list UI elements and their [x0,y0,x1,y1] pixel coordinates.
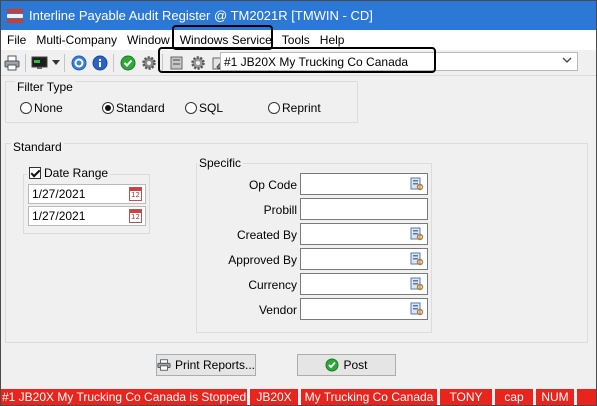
lookup-icon[interactable] [410,227,424,241]
calendar-icon[interactable]: 12 [129,209,142,223]
status-num: NUM [536,389,574,405]
title-bar[interactable]: Interline Payable Audit Register @ TM202… [1,1,596,30]
radio-standard-circle[interactable] [102,102,114,114]
radio-reprint[interactable]: Reprint [268,101,321,115]
print-reports-button[interactable]: Print Reports... [156,354,256,376]
probill-input[interactable] [300,198,428,220]
lookup-icon[interactable] [410,302,424,316]
status-message: #1 JB20X My Trucking Co Canada is Stoppe… [1,389,247,405]
status-bar: #1 JB20X My Trucking Co Canada is Stoppe… [1,389,596,405]
op-code-input[interactable] [300,173,428,195]
created-by-input[interactable] [300,223,428,245]
approved-by-input[interactable] [300,248,428,270]
status-user: TONY [440,389,492,405]
date-to-value: 1/27/2021 [32,209,86,223]
check-icon [325,358,339,372]
menu-windows-service[interactable]: Windows Service [175,30,277,50]
service-gear-icon[interactable] [188,53,208,73]
specific-legend: Specific [197,156,244,170]
company-dropdown-value: #1 JB20X My Trucking Co Canada [224,54,409,69]
toolbar-separator [25,53,26,72]
menu-window[interactable]: Window [122,30,175,50]
menu-file[interactable]: File [1,30,31,50]
status-extra [577,389,596,405]
radio-reprint-circle[interactable] [268,102,280,114]
chevron-down-icon[interactable] [562,56,572,66]
status-company-name: My Trucking Co Canada [301,389,437,405]
probill-label: Probill [263,203,297,217]
toolbar-separator [113,53,114,72]
app-logo-icon [7,8,23,24]
created-by-label: Created By [236,228,297,242]
window-title: Interline Payable Audit Register @ TM202… [29,8,373,23]
stop-service-icon[interactable] [167,53,187,73]
date-range-label: Date Range [44,166,109,180]
post-button[interactable]: Post [297,354,396,376]
radio-sql-label: SQL [199,101,224,115]
lookup-icon[interactable] [410,277,424,291]
printer-icon[interactable] [2,53,22,73]
settings-icon[interactable] [139,53,159,73]
printer-icon [157,359,171,371]
monitor-icon[interactable] [30,53,50,73]
vendor-label: Vendor [258,303,297,317]
date-from-value: 1/27/2021 [32,187,86,201]
vendor-input[interactable] [300,298,428,320]
status-company-code: JB20X [250,389,298,405]
print-reports-label: Print Reports... [174,358,255,372]
date-to-field[interactable]: 1/27/2021 12 [28,206,146,226]
menu-tools[interactable]: Tools [277,30,315,50]
currency-input[interactable] [300,273,428,295]
lookup-icon[interactable] [410,177,424,191]
radio-none-circle[interactable] [20,102,32,114]
radio-sql-circle[interactable] [185,102,197,114]
approved-by-label: Approved By [228,253,297,267]
menu-help[interactable]: Help [315,30,350,50]
lookup-icon[interactable] [410,252,424,266]
company-dropdown[interactable]: #1 JB20X My Trucking Co Canada [220,52,578,71]
calendar-icon[interactable]: 12 [129,187,142,201]
date-range-check[interactable] [29,167,41,179]
filter-type-legend: Filter Type [15,80,75,94]
info-icon[interactable] [90,53,110,73]
menu-multi-company[interactable]: Multi-Company [31,30,122,50]
date-range-checkbox[interactable]: Date Range [27,166,111,180]
check-icon[interactable] [118,53,138,73]
post-label: Post [343,358,368,372]
radio-none-label: None [34,101,63,115]
dropdown-arrow-icon[interactable] [51,53,61,73]
radio-none[interactable]: None [20,101,63,115]
help-icon[interactable] [69,53,89,73]
toolbar-separator [64,53,65,72]
app-window: Interline Payable Audit Register @ TM202… [0,0,597,406]
date-from-field[interactable]: 1/27/2021 12 [28,184,146,204]
radio-standard-label: Standard [116,101,165,115]
op-code-label: Op Code [248,178,297,192]
radio-sql[interactable]: SQL [185,101,223,115]
standard-legend: Standard [11,140,64,154]
currency-label: Currency [248,278,297,292]
toolbar-separator [162,53,163,72]
radio-standard[interactable]: Standard [102,101,165,115]
menu-bar: File Multi-Company Window Windows Servic… [1,30,596,50]
status-caps: cap [495,389,533,405]
radio-reprint-label: Reprint [282,101,321,115]
